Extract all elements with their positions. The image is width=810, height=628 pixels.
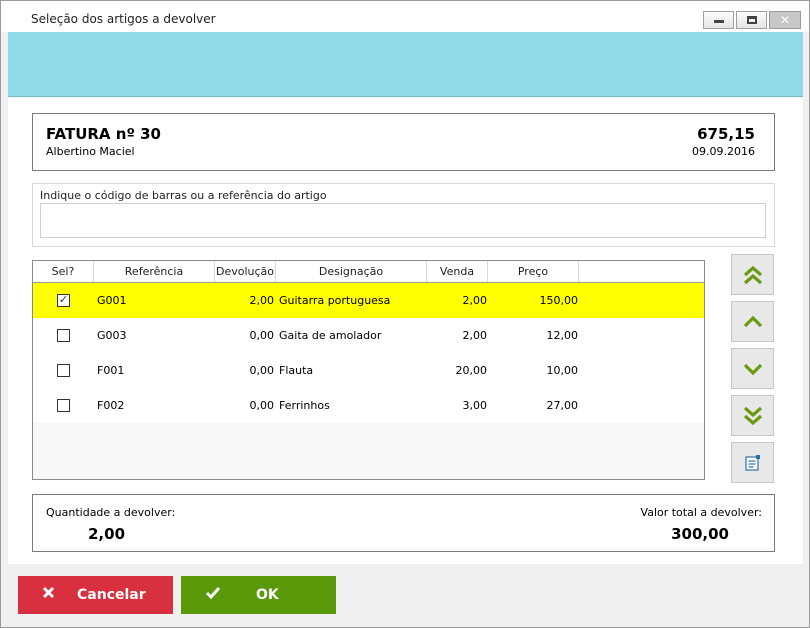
cancel-button[interactable]: Cancelar (18, 576, 173, 614)
cancel-label: Cancelar (77, 587, 146, 603)
invoice-info-panel: FATURA nº 30 Albertino Maciel 675,15 09.… (32, 113, 775, 171)
cell-price: 27,00 (546, 399, 579, 412)
chevron-up-icon (743, 315, 763, 328)
details-button[interactable] (731, 442, 774, 483)
close-icon: ✕ (779, 13, 791, 27)
column-header-designation[interactable]: Designação (276, 261, 427, 282)
maximize-icon (747, 16, 757, 24)
checkmark-icon (205, 587, 221, 600)
barcode-input[interactable] (40, 203, 766, 238)
column-header-sel[interactable]: Sel? (33, 261, 94, 282)
move-first-button[interactable] (731, 254, 774, 295)
cell-designation: Gaita de amolador (279, 329, 382, 342)
return-summary-panel: Quantidade a devolver: 2,00 Valor total … (32, 494, 775, 552)
minimize-button[interactable] (703, 11, 734, 29)
move-down-button[interactable] (731, 348, 774, 389)
cell-return-qty: 2,00 (249, 294, 275, 307)
row-checkbox[interactable] (57, 329, 70, 342)
cell-price: 150,00 (539, 294, 579, 307)
chevron-down-icon (743, 363, 763, 376)
ok-button[interactable]: OK (181, 576, 336, 614)
double-chevron-down-icon (743, 406, 763, 426)
total-value: 300,00 (671, 525, 729, 543)
double-chevron-up-icon (743, 265, 763, 285)
row-checkbox[interactable] (57, 399, 70, 412)
cell-price: 10,00 (546, 364, 579, 377)
column-header-return[interactable]: Devolução (215, 261, 276, 282)
cell-sale: 2,00 (462, 294, 488, 307)
cell-designation: Ferrinhos (279, 399, 330, 412)
row-checkbox[interactable] (57, 364, 70, 377)
table-row[interactable]: F002 0,00 Ferrinhos 3,00 27,00 (33, 388, 704, 423)
ok-label: OK (256, 587, 279, 603)
details-icon (745, 455, 760, 471)
cell-reference: G003 (97, 329, 127, 342)
checkmark-icon: ✓ (58, 293, 69, 306)
row-checkbox[interactable]: ✓ (57, 294, 70, 307)
invoice-client: Albertino Maciel (46, 145, 135, 158)
move-up-button[interactable] (731, 301, 774, 342)
move-last-button[interactable] (731, 395, 774, 436)
column-header-reference[interactable]: Referência (94, 261, 215, 282)
cell-sale: 2,00 (462, 329, 488, 342)
close-button[interactable]: ✕ (769, 11, 801, 29)
quantity-value: 2,00 (88, 525, 126, 543)
window-title: Seleção dos artigos a devolver (31, 12, 216, 26)
quantity-label: Quantidade a devolver: (46, 506, 176, 519)
cell-sale: 3,00 (462, 399, 488, 412)
table-row[interactable]: G003 0,00 Gaita de amolador 2,00 12,00 (33, 318, 704, 353)
minimize-icon (714, 20, 724, 23)
cell-reference: F002 (97, 399, 125, 412)
title-bar[interactable]: Seleção dos artigos a devolver ✕ (1, 1, 809, 32)
articles-table: Sel? Referência Devolução Designação Ven… (32, 260, 705, 480)
maximize-button[interactable] (736, 11, 767, 29)
cell-reference: G001 (97, 294, 127, 307)
invoice-total: 675,15 (697, 125, 755, 143)
total-label: Valor total a devolver: (640, 506, 762, 519)
table-row[interactable]: F001 0,00 Flauta 20,00 10,00 (33, 353, 704, 388)
table-header: Sel? Referência Devolução Designação Ven… (33, 261, 704, 283)
header-banner (8, 32, 803, 97)
cell-reference: F001 (97, 364, 125, 377)
barcode-panel: Indique o código de barras ou a referênc… (32, 183, 775, 247)
invoice-title: FATURA nº 30 (46, 125, 161, 143)
invoice-date: 09.09.2016 (692, 145, 755, 158)
barcode-label: Indique o código de barras ou a referênc… (40, 189, 327, 202)
column-header-price[interactable]: Preço (488, 261, 579, 282)
cell-return-qty: 0,00 (249, 399, 275, 412)
cell-sale: 20,00 (455, 364, 488, 377)
cell-designation: Flauta (279, 364, 314, 377)
column-header-sale[interactable]: Venda (427, 261, 488, 282)
dialog-window: Seleção dos artigos a devolver ✕ FATURA … (0, 0, 810, 628)
table-row[interactable]: ✓ G001 2,00 Guitarra portuguesa 2,00 150,00 (33, 283, 704, 318)
cell-return-qty: 0,00 (249, 329, 275, 342)
close-icon (42, 586, 55, 599)
cell-return-qty: 0,00 (249, 364, 275, 377)
cell-designation: Guitarra portuguesa (279, 294, 391, 307)
cell-price: 12,00 (546, 329, 579, 342)
